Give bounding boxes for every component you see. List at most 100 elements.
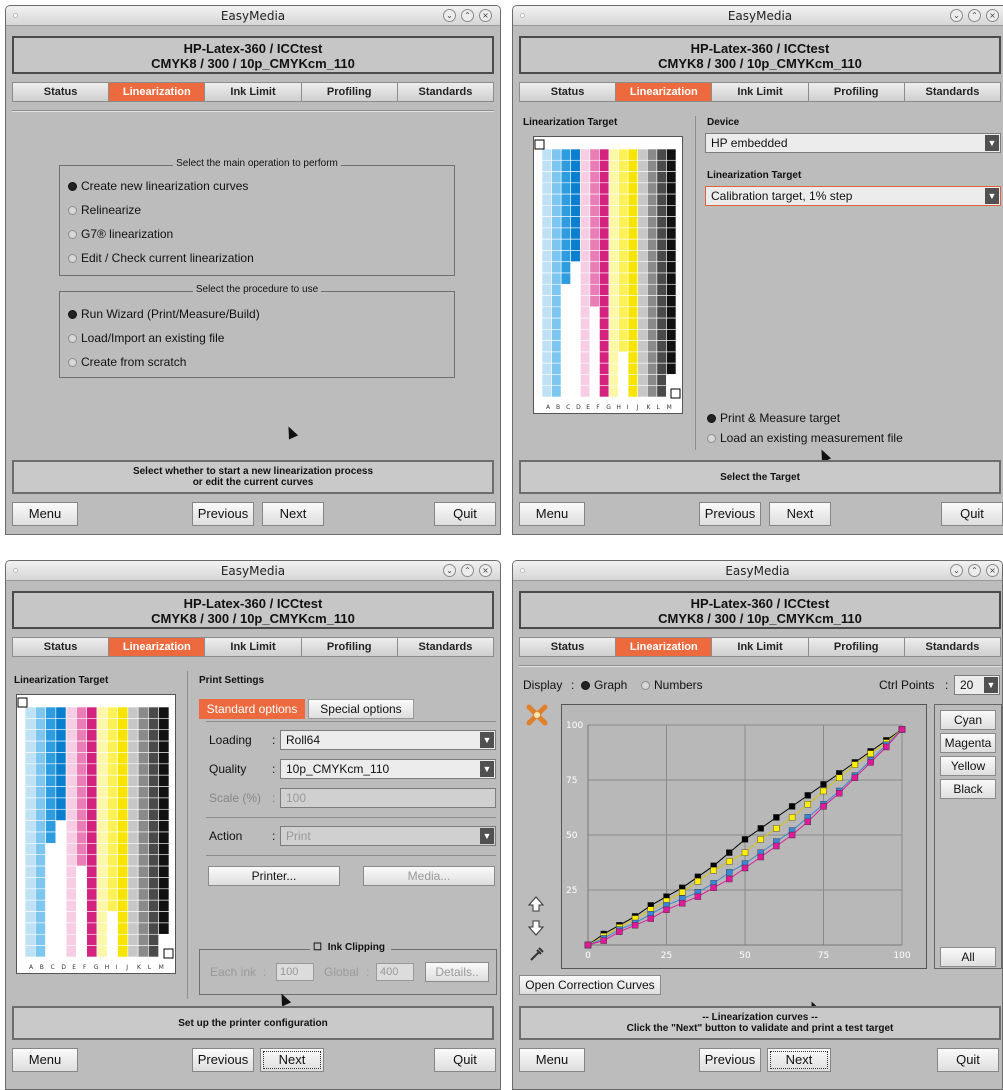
tab-standards[interactable]: Standards: [904, 638, 1001, 656]
global-stepper[interactable]: 400: [376, 963, 414, 981]
menu-button[interactable]: Menu: [519, 502, 585, 526]
minimize-icon[interactable]: ⌄: [950, 9, 963, 22]
radio-relinearize[interactable]: Relinearize: [68, 203, 141, 217]
close-icon[interactable]: ×: [986, 9, 999, 22]
device-select[interactable]: HP embedded ▼: [705, 133, 1001, 153]
target-patch: [24, 911, 36, 924]
target-patch: [45, 911, 57, 924]
radio-run-wizard[interactable]: Run Wizard (Print/Measure/Build): [68, 307, 260, 321]
ink-clipping-checkbox[interactable]: ☐ Ink Clipping: [310, 942, 391, 953]
black-button[interactable]: Black: [940, 779, 996, 799]
minimize-icon[interactable]: ⌄: [950, 564, 963, 577]
curve-graph[interactable]: 0 25 50 75 100 25 50 75 100: [561, 704, 927, 969]
action-select[interactable]: Print ▼: [280, 826, 496, 846]
tab-profiling[interactable]: Profiling: [301, 638, 398, 656]
maximize-icon[interactable]: ⌃: [968, 9, 981, 22]
tab-standards[interactable]: Standards: [397, 83, 494, 101]
each-ink-label: Each ink: [210, 965, 257, 979]
dropdown-arrow-icon: ▼: [985, 135, 999, 151]
target-patch: [34, 763, 46, 776]
next-button[interactable]: Next: [260, 1048, 324, 1072]
cyan-button[interactable]: Cyan: [940, 710, 996, 730]
target-patch: [76, 752, 88, 765]
target-patch: [560, 283, 572, 296]
minimize-icon[interactable]: ⌄: [443, 564, 456, 577]
tab-status[interactable]: Status: [520, 83, 617, 101]
maximize-icon[interactable]: ⌃: [461, 564, 474, 577]
next-button[interactable]: Next: [769, 502, 831, 526]
scale-input[interactable]: 100: [280, 788, 496, 808]
quit-button[interactable]: Quit: [937, 1048, 999, 1072]
target-patch: [106, 865, 118, 878]
menu-button[interactable]: Menu: [12, 502, 78, 526]
tab-standards[interactable]: Standards: [397, 638, 494, 656]
quit-button[interactable]: Quit: [434, 1048, 496, 1072]
next-button[interactable]: Next: [262, 502, 324, 526]
tab-ink-limit[interactable]: Ink Limit: [205, 638, 302, 656]
details-button[interactable]: Details..: [425, 962, 489, 982]
tab-linearization[interactable]: Linearization: [616, 83, 713, 101]
menu-button[interactable]: Menu: [12, 1048, 78, 1072]
quit-button[interactable]: Quit: [941, 502, 1003, 526]
previous-button[interactable]: Previous: [699, 1048, 761, 1072]
tab-profiling[interactable]: Profiling: [808, 83, 905, 101]
radio-graph[interactable]: Graph: [581, 678, 627, 692]
tab-profiling[interactable]: Profiling: [301, 83, 398, 101]
magenta-button[interactable]: Magenta: [940, 733, 996, 753]
radio-print-measure[interactable]: Print & Measure target: [707, 411, 840, 425]
eyedropper-icon[interactable]: [527, 945, 545, 963]
radio-g7[interactable]: G7® linearization: [68, 227, 173, 241]
printer-button[interactable]: Printer...: [208, 866, 340, 886]
tab-ink-limit[interactable]: Ink Limit: [712, 83, 809, 101]
target-patch: [579, 171, 591, 184]
target-select[interactable]: Calibration target, 1% step ▼: [705, 186, 1001, 206]
tab-status[interactable]: Status: [13, 638, 110, 656]
target-patch: [76, 808, 88, 821]
arrow-down-icon[interactable]: [527, 919, 545, 937]
each-ink-stepper[interactable]: 100: [276, 963, 314, 981]
yellow-button[interactable]: Yellow: [940, 756, 996, 776]
tab-linearization[interactable]: Linearization: [616, 638, 713, 656]
previous-button[interactable]: Previous: [192, 502, 254, 526]
media-button[interactable]: Media...: [363, 866, 495, 886]
maximize-icon[interactable]: ⌃: [461, 9, 474, 22]
maximize-icon[interactable]: ⌃: [968, 564, 981, 577]
next-button[interactable]: Next: [767, 1048, 831, 1072]
quit-button[interactable]: Quit: [434, 502, 496, 526]
previous-button[interactable]: Previous: [192, 1048, 254, 1072]
target-patch: [618, 182, 629, 195]
minimize-icon[interactable]: ⌄: [443, 9, 456, 22]
ctrl-points-select[interactable]: 20 ▼: [954, 675, 1000, 695]
radio-load-import[interactable]: Load/Import an existing file: [68, 331, 224, 345]
arrow-up-icon[interactable]: [527, 895, 545, 913]
close-icon[interactable]: ×: [479, 564, 492, 577]
tab-special-options[interactable]: Special options: [308, 699, 414, 719]
quality-select[interactable]: 10p_CMYKcm_110 ▼: [280, 759, 496, 779]
close-icon[interactable]: ×: [986, 564, 999, 577]
all-button[interactable]: All: [940, 947, 996, 967]
curve-chart[interactable]: 0 25 50 75 100 25 50 75 100: [562, 705, 926, 968]
tab-linearization[interactable]: Linearization: [109, 83, 206, 101]
tab-profiling[interactable]: Profiling: [808, 638, 905, 656]
radio-load-measurement[interactable]: Load an existing measurement file: [707, 431, 903, 445]
target-patch: [96, 831, 108, 844]
tab-ink-limit[interactable]: Ink Limit: [205, 83, 302, 101]
radio-create-new[interactable]: Create new linearization curves: [68, 179, 248, 193]
tab-standards[interactable]: Standards: [904, 83, 1001, 101]
tab-status[interactable]: Status: [13, 83, 110, 101]
close-icon[interactable]: ×: [479, 9, 492, 22]
radio-edit-check[interactable]: Edit / Check current linearization: [68, 251, 254, 265]
loading-select[interactable]: Roll64 ▼: [280, 730, 496, 750]
previous-button[interactable]: Previous: [699, 502, 761, 526]
open-correction-curves-button[interactable]: Open Correction Curves: [519, 975, 661, 995]
radio-numbers[interactable]: Numbers: [641, 678, 703, 692]
tab-standard-options[interactable]: Standard options: [199, 699, 305, 719]
tab-status[interactable]: Status: [520, 638, 617, 656]
menu-button[interactable]: Menu: [519, 1048, 585, 1072]
tab-linearization[interactable]: Linearization: [109, 638, 206, 656]
divider: [12, 110, 494, 112]
radio-from-scratch[interactable]: Create from scratch: [68, 355, 186, 369]
crosshair-tool-icon[interactable]: [526, 704, 548, 726]
target-patch: [551, 272, 562, 285]
tab-ink-limit[interactable]: Ink Limit: [712, 638, 809, 656]
